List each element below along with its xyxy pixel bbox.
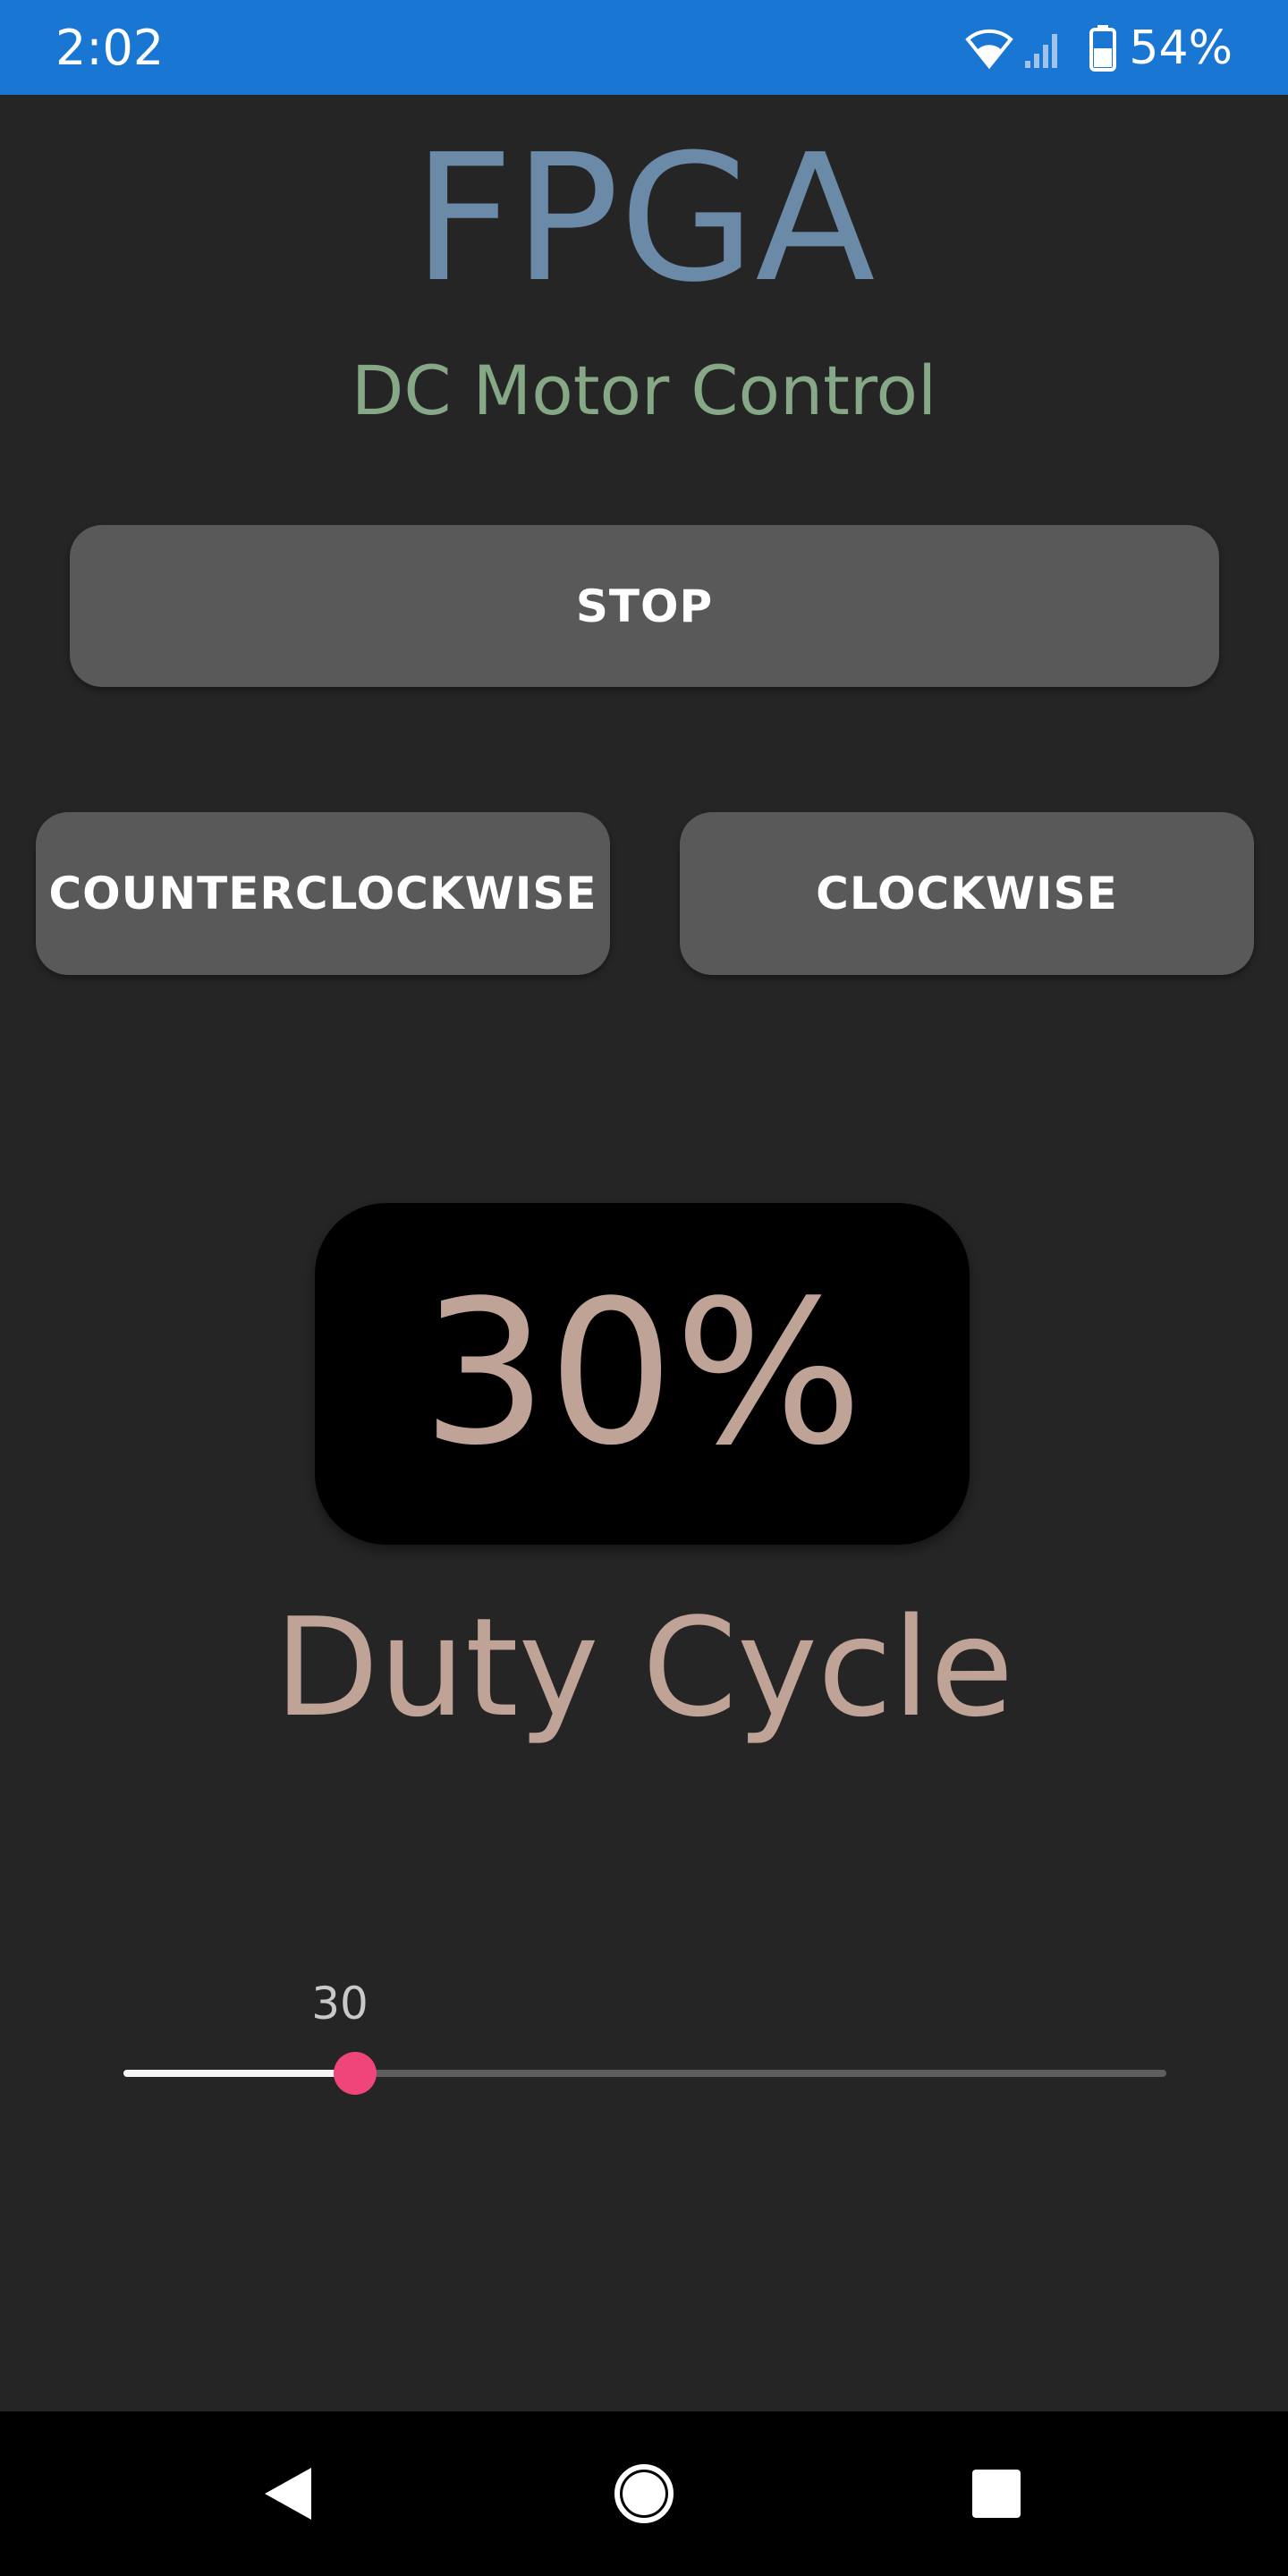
clockwise-button[interactable]: CLOCKWISE	[680, 812, 1254, 975]
battery-icon	[1089, 25, 1117, 72]
duty-cycle-slider[interactable]	[123, 2048, 1166, 2098]
battery-percent: 54%	[1129, 21, 1233, 75]
home-icon	[612, 2462, 676, 2530]
app-subtitle: DC Motor Control	[351, 351, 937, 430]
stop-button[interactable]: STOP	[70, 525, 1219, 687]
app-screen: 2:02 54% FPGA DC Motor Control STOP COUN…	[0, 0, 1288, 2576]
duty-cycle-display: 30%	[315, 1203, 970, 1545]
app-title: FPGA	[412, 117, 876, 321]
status-bar: 2:02 54%	[0, 0, 1288, 95]
back-button[interactable]	[243, 2451, 333, 2540]
home-button[interactable]	[599, 2451, 689, 2540]
slider-thumb[interactable]	[334, 2052, 377, 2095]
cellular-signal-icon	[1023, 27, 1063, 70]
navigation-bar	[0, 2411, 1288, 2576]
duty-cycle-label: Duty Cycle	[274, 1589, 1014, 1747]
status-icons: 54%	[964, 20, 1233, 77]
back-icon	[261, 2464, 315, 2528]
recents-button[interactable]	[952, 2451, 1041, 2540]
slider-value-label: 30	[311, 1978, 369, 2029]
status-time: 2:02	[55, 20, 165, 76]
duty-cycle-value: 30%	[421, 1258, 863, 1489]
recents-icon	[970, 2467, 1023, 2525]
counterclockwise-button[interactable]: COUNTERCLOCKWISE	[36, 812, 610, 975]
wifi-icon	[964, 27, 1014, 70]
slider-fill	[123, 2070, 356, 2077]
